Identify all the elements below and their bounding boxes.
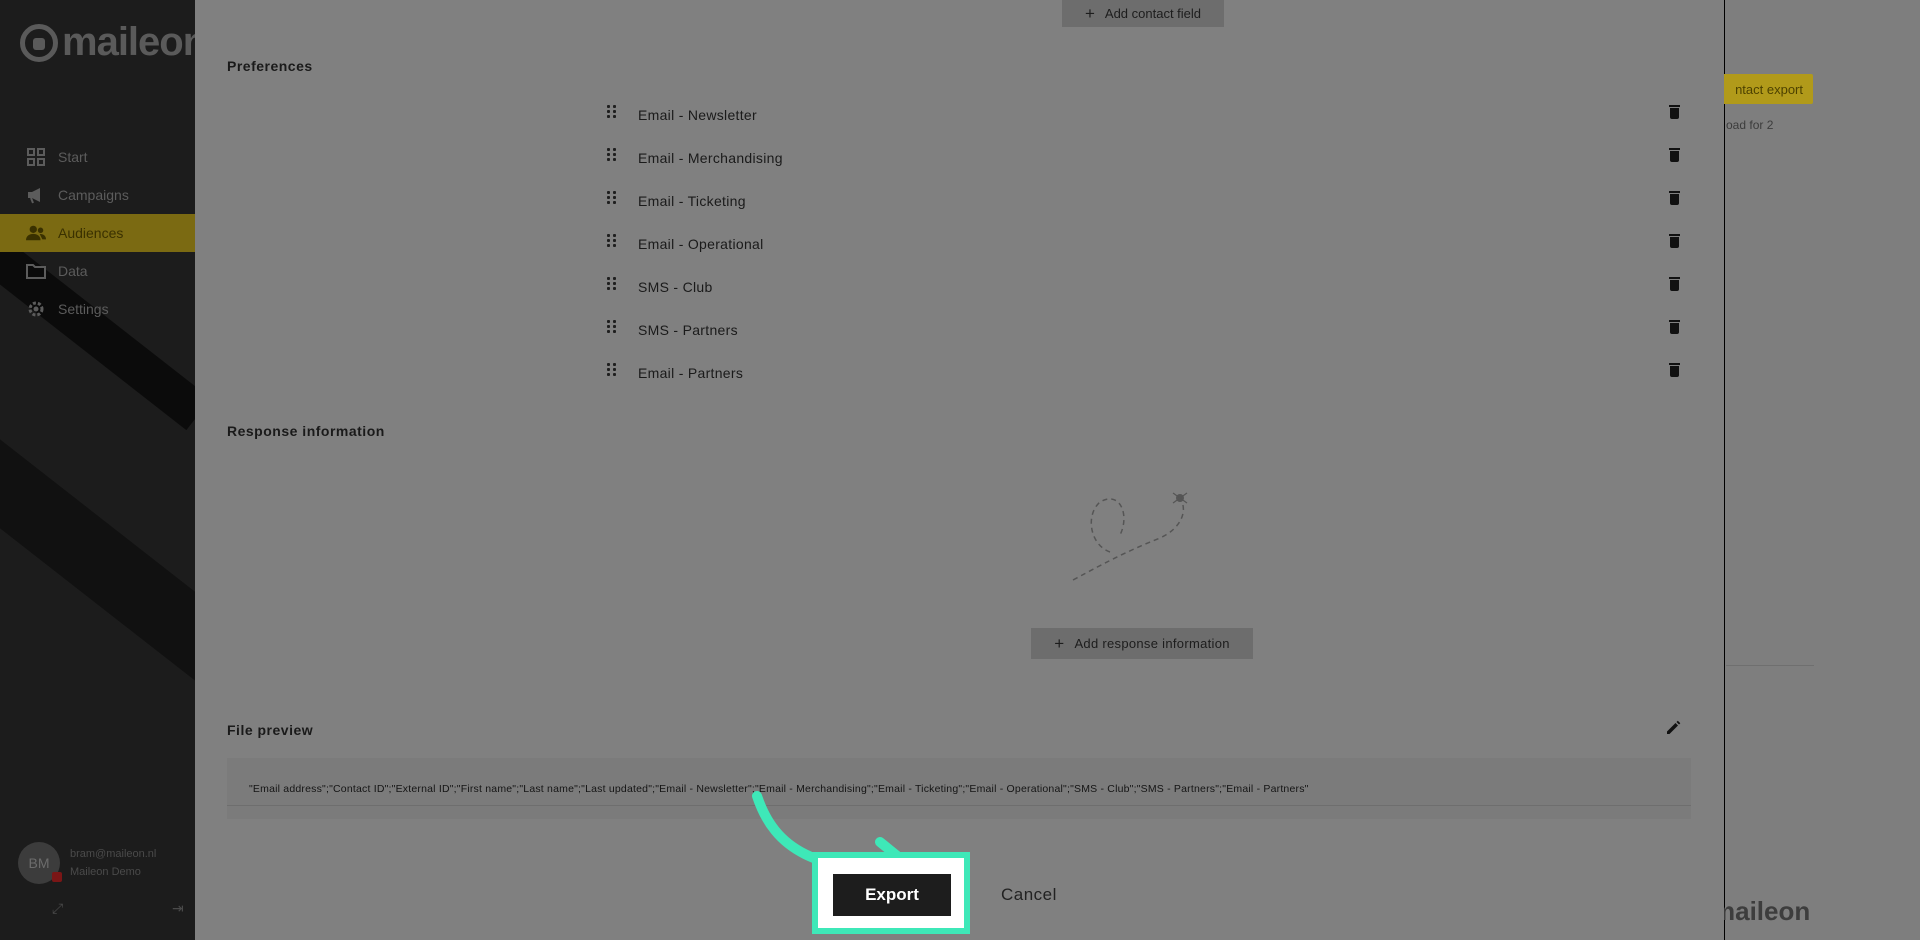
trash-icon[interactable] [1669,234,1680,248]
user-email: bram@maileon.nl [70,848,157,860]
footer-logo: maileon [1712,896,1811,926]
expand-icon[interactable]: ⤢ [52,900,63,917]
drag-handle-icon[interactable] [605,361,619,377]
sidebar-item-start[interactable]: Start [0,138,195,176]
preference-label: Email - Ticketing [638,193,746,209]
sidebar-item-label: Start [58,149,88,165]
sidebar-item-data[interactable]: Data [0,252,195,290]
trash-icon[interactable] [1669,148,1680,162]
people-icon [26,223,46,243]
user-profile[interactable]: BM bram@maileon.nl Maileon Demo [18,842,156,884]
sidebar-item-campaigns[interactable]: Campaigns [0,176,195,214]
app-logo[interactable]: maileon [20,20,195,65]
list-item: Email - Operational [195,222,1724,265]
avatar: BM [18,842,62,884]
preference-label: SMS - Club [638,279,713,295]
avatar-initials: BM [28,855,50,871]
add-contact-field-button[interactable]: + Add contact field [1062,0,1224,27]
sidebar-nav: Start Campaigns Audiences Data Settings [0,138,195,328]
sidebar-item-label: Audiences [58,225,124,241]
drag-handle-icon[interactable] [605,318,619,334]
drag-handle-icon[interactable] [605,103,619,119]
list-item: Email - Partners [195,351,1724,394]
drag-handle-icon[interactable] [605,146,619,162]
add-response-information-button[interactable]: + Add response information [1031,628,1253,659]
sidebar-item-label: Data [58,263,88,279]
folder-icon [26,261,46,281]
drag-handle-icon[interactable] [605,232,619,248]
cancel-button[interactable]: Cancel [995,874,1063,916]
export-button[interactable]: Export [833,874,951,916]
empty-state-illustration [1072,492,1188,581]
preference-label: Email - Partners [638,365,744,381]
list-item: Email - Ticketing [195,179,1724,222]
preference-label: Email - Newsletter [638,107,757,123]
file-preview-box: "Email address";"Contact ID";"External I… [227,758,1691,819]
background-subtitle: oad for 2 [1726,118,1774,132]
logout-icon[interactable]: ⇥ [172,900,184,917]
background-card [1726,160,1814,666]
grid-icon [26,147,46,167]
sidebar-item-audiences[interactable]: Audiences [0,214,195,252]
add-contact-field-label: Add contact field [1104,6,1202,21]
trash-icon[interactable] [1669,320,1680,334]
plus-icon: + [1084,3,1095,23]
preference-label: Email - Operational [638,236,764,252]
megaphone-icon [26,185,46,205]
list-item: Email - Merchandising [195,136,1724,179]
export-modal: + Add contact field Preferences Email - … [195,0,1724,940]
sidebar-item-settings[interactable]: Settings [0,290,195,328]
preference-label: SMS - Partners [638,322,738,338]
sidebar-item-label: Settings [58,301,109,317]
plus-icon: + [1054,633,1065,653]
list-item: SMS - Partners [195,308,1724,351]
drag-handle-icon[interactable] [605,189,619,205]
file-preview-title: File preview [227,722,314,738]
list-item: SMS - Club [195,265,1724,308]
trash-icon[interactable] [1669,191,1680,205]
flag-icon [52,872,62,882]
trash-icon[interactable] [1669,277,1680,291]
trash-icon[interactable] [1669,105,1680,119]
logo-icon [20,23,58,62]
edit-icon[interactable] [1665,720,1681,736]
list-item: Email - Newsletter [195,93,1724,136]
sidebar: maileon Start Campaigns Audiences Data S… [0,0,195,940]
sidebar-item-label: Campaigns [58,187,129,203]
trash-icon[interactable] [1669,363,1680,377]
user-name: Maileon Demo [70,866,141,878]
preferences-title: Preferences [227,58,313,74]
response-information-title: Response information [227,423,385,439]
gear-icon [26,299,46,319]
drag-handle-icon[interactable] [605,275,619,291]
logo-text: maileon [62,20,195,64]
contact-export-label: ntact export [1735,81,1803,97]
add-response-information-label: Add response information [1074,636,1230,651]
preference-label: Email - Merchandising [638,150,783,166]
